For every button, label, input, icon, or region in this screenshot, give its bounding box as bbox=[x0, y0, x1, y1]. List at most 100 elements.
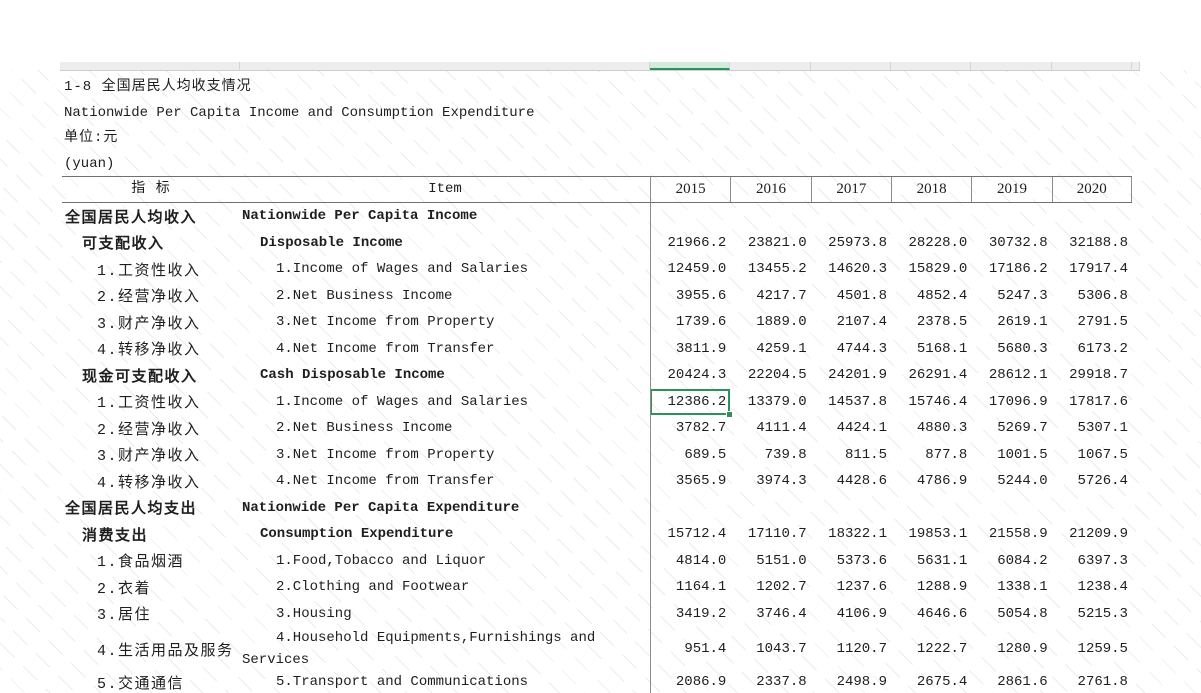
value-cell[interactable]: 26291.4 bbox=[891, 362, 971, 389]
table-title-en[interactable]: Nationwide Per Capita Income and Consump… bbox=[62, 101, 1132, 127]
value-cell[interactable]: 3974.3 bbox=[730, 468, 810, 495]
value-cell[interactable]: 1202.7 bbox=[730, 574, 810, 601]
value-cell[interactable]: 29918.7 bbox=[1052, 362, 1132, 389]
value-cell[interactable]: 811.5 bbox=[811, 442, 891, 469]
value-cell[interactable]: 1288.9 bbox=[891, 574, 971, 601]
value-cell[interactable]: 5307.1 bbox=[1052, 415, 1132, 442]
value-cell[interactable]: 19853.1 bbox=[891, 521, 971, 548]
value-cell[interactable]: 2761.8 bbox=[1052, 671, 1132, 693]
year-column-header[interactable]: 2018 bbox=[890, 177, 971, 202]
value-cell[interactable]: 1889.0 bbox=[730, 309, 810, 336]
value-cell[interactable]: 5215.3 bbox=[1052, 601, 1132, 628]
value-cell[interactable]: 24201.9 bbox=[811, 362, 891, 389]
item-cell[interactable]: 5.Transport and Communications bbox=[240, 671, 650, 693]
indicator-cell[interactable]: 现金可支配收入 bbox=[62, 365, 240, 386]
value-cell[interactable]: 5269.7 bbox=[971, 415, 1051, 442]
item-cell[interactable]: 1.Income of Wages and Salaries bbox=[240, 391, 650, 413]
indicator-cell[interactable]: 消费支出 bbox=[62, 524, 240, 545]
value-cell[interactable]: 15829.0 bbox=[891, 256, 971, 283]
table-title-cn[interactable]: 1-8 全国居民人均收支情况 bbox=[62, 75, 1132, 101]
value-cell[interactable]: 20424.3 bbox=[650, 362, 730, 389]
indicator-cell[interactable]: 全国居民人均收入 bbox=[62, 206, 240, 227]
value-cell[interactable] bbox=[891, 495, 971, 522]
item-cell[interactable]: 2.Net Business Income bbox=[240, 285, 650, 307]
indicator-cell[interactable]: 1.食品烟酒 bbox=[62, 550, 240, 571]
year-column-header[interactable]: 2015 bbox=[650, 177, 730, 202]
item-cell[interactable]: 1.Food,Tobacco and Liquor bbox=[240, 550, 650, 572]
value-cell[interactable]: 17096.9 bbox=[971, 389, 1051, 416]
indicator-cell[interactable]: 5.交通通信 bbox=[62, 672, 240, 693]
value-cell[interactable]: 4111.4 bbox=[730, 415, 810, 442]
value-cell[interactable]: 6397.3 bbox=[1052, 548, 1132, 575]
value-cell[interactable]: 4880.3 bbox=[891, 415, 971, 442]
value-cell[interactable]: 3955.6 bbox=[650, 283, 730, 310]
value-cell[interactable]: 2378.5 bbox=[891, 309, 971, 336]
value-cell[interactable]: 2791.5 bbox=[1052, 309, 1132, 336]
value-cell[interactable]: 2107.4 bbox=[811, 309, 891, 336]
value-cell[interactable]: 17110.7 bbox=[730, 521, 810, 548]
value-cell[interactable] bbox=[971, 203, 1051, 230]
value-cell[interactable]: 5247.3 bbox=[971, 283, 1051, 310]
value-cell[interactable]: 4501.8 bbox=[811, 283, 891, 310]
value-cell[interactable]: 4646.6 bbox=[891, 601, 971, 628]
value-cell[interactable]: 2675.4 bbox=[891, 671, 971, 693]
indicator-cell[interactable]: 1.工资性收入 bbox=[62, 391, 240, 412]
value-cell[interactable] bbox=[971, 495, 1051, 522]
value-cell[interactable]: 1164.1 bbox=[650, 574, 730, 601]
unit-label-en[interactable]: (yuan) bbox=[62, 152, 1132, 178]
value-cell[interactable]: 5373.6 bbox=[811, 548, 891, 575]
column-header[interactable] bbox=[811, 62, 891, 70]
year-column-header[interactable]: 2017 bbox=[810, 177, 891, 202]
item-cell[interactable]: 2.Net Business Income bbox=[240, 417, 650, 439]
year-column-header[interactable]: 2020 bbox=[1051, 177, 1132, 202]
value-cell[interactable] bbox=[891, 203, 971, 230]
item-cell[interactable]: 2.Clothing and Footwear bbox=[240, 576, 650, 598]
value-cell[interactable]: 21558.9 bbox=[971, 521, 1051, 548]
column-header[interactable] bbox=[730, 62, 811, 70]
value-cell[interactable]: 2086.9 bbox=[650, 671, 730, 693]
value-cell[interactable]: 2337.8 bbox=[730, 671, 810, 693]
value-cell[interactable]: 5726.4 bbox=[1052, 468, 1132, 495]
item-cell[interactable]: 3.Housing bbox=[240, 603, 650, 625]
value-cell[interactable]: 1259.5 bbox=[1052, 627, 1132, 671]
value-cell[interactable]: 21966.2 bbox=[650, 230, 730, 257]
indicator-cell[interactable]: 2.经营净收入 bbox=[62, 418, 240, 439]
indicator-cell[interactable]: 4.转移净收入 bbox=[62, 338, 240, 359]
column-header[interactable] bbox=[971, 62, 1052, 70]
value-cell[interactable] bbox=[1052, 203, 1132, 230]
value-cell[interactable]: 25973.8 bbox=[811, 230, 891, 257]
value-cell[interactable]: 6084.2 bbox=[971, 548, 1051, 575]
year-column-header[interactable]: 2019 bbox=[971, 177, 1051, 202]
column-header[interactable] bbox=[60, 62, 240, 70]
item-cell[interactable]: Consumption Expenditure bbox=[240, 523, 650, 545]
item-cell[interactable]: 4.Net Income from Transfer bbox=[240, 470, 650, 492]
year-column-header[interactable]: 2016 bbox=[730, 177, 810, 202]
value-cell[interactable]: 4259.1 bbox=[730, 336, 810, 363]
value-cell[interactable]: 4428.6 bbox=[811, 468, 891, 495]
value-cell[interactable]: 2619.1 bbox=[971, 309, 1051, 336]
value-cell[interactable]: 17917.4 bbox=[1052, 256, 1132, 283]
value-cell[interactable] bbox=[811, 203, 891, 230]
value-cell[interactable]: 17817.6 bbox=[1052, 389, 1132, 416]
item-column-header[interactable]: Item bbox=[240, 177, 650, 202]
indicator-column-header[interactable]: 指 标 bbox=[62, 177, 240, 202]
column-header[interactable] bbox=[240, 62, 650, 70]
indicator-cell[interactable]: 可支配收入 bbox=[62, 232, 240, 253]
value-cell[interactable]: 23821.0 bbox=[730, 230, 810, 257]
indicator-cell[interactable]: 全国居民人均支出 bbox=[62, 497, 240, 518]
value-cell[interactable]: 4106.9 bbox=[811, 601, 891, 628]
item-cell[interactable]: Cash Disposable Income bbox=[240, 364, 650, 386]
value-cell[interactable] bbox=[650, 495, 730, 522]
value-cell[interactable]: 13455.2 bbox=[730, 256, 810, 283]
value-cell[interactable]: 951.4 bbox=[650, 627, 730, 671]
item-cell[interactable]: 3.Net Income from Property bbox=[240, 444, 650, 466]
indicator-cell[interactable]: 1.工资性收入 bbox=[62, 259, 240, 280]
value-cell[interactable]: 877.8 bbox=[891, 442, 971, 469]
value-cell[interactable]: 1237.6 bbox=[811, 574, 891, 601]
value-cell[interactable]: 1280.9 bbox=[971, 627, 1051, 671]
value-cell[interactable]: 739.8 bbox=[730, 442, 810, 469]
value-cell[interactable] bbox=[730, 495, 810, 522]
value-cell[interactable]: 1739.6 bbox=[650, 309, 730, 336]
value-cell[interactable]: 14537.8 bbox=[811, 389, 891, 416]
value-cell[interactable]: 13379.0 bbox=[730, 389, 810, 416]
